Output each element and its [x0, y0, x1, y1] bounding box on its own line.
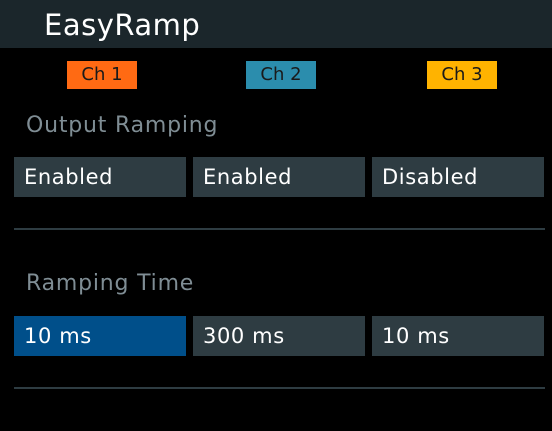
channel-1-badge: Ch 1 — [67, 61, 137, 89]
channel-3-badge: Ch 3 — [427, 61, 497, 89]
ch3-ramping-time-field[interactable]: 10 ms — [372, 316, 544, 356]
section-divider — [14, 387, 545, 389]
page-title: EasyRamp — [44, 8, 201, 42]
easyramp-screen: EasyRamp Ch 1 Ch 2 Ch 3 Output Ramping E… — [0, 0, 552, 431]
channel-2-badge: Ch 2 — [246, 61, 316, 89]
title-bar: EasyRamp — [0, 0, 552, 48]
ch1-output-ramping-field[interactable]: Enabled — [14, 157, 186, 197]
ch2-ramping-time-field[interactable]: 300 ms — [193, 316, 365, 356]
ch2-output-ramping-field[interactable]: Enabled — [193, 157, 365, 197]
ramping-time-label: Ramping Time — [26, 271, 195, 296]
section-divider — [14, 228, 545, 230]
output-ramping-label: Output Ramping — [26, 113, 219, 138]
ch1-ramping-time-field[interactable]: 10 ms — [14, 316, 186, 356]
ch3-output-ramping-field[interactable]: Disabled — [372, 157, 544, 197]
